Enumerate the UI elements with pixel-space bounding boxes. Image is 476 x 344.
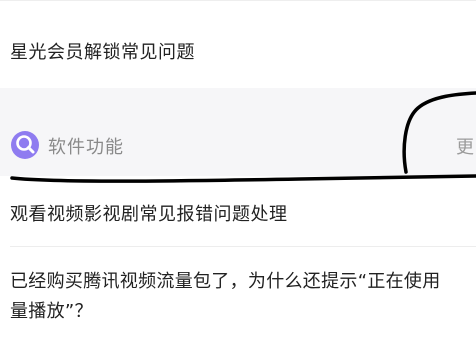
wrench-icon <box>11 131 39 159</box>
list-item-line-1: 已经购买腾讯视频流量包了，为什么还提示“正在使用 <box>10 271 441 292</box>
more-link[interactable]: 更 <box>456 133 476 159</box>
list-item-line-2: 量播放”？ <box>10 301 93 322</box>
list-item-label-multiline: 已经购买腾讯视频流量包了，为什么还提示“正在使用 量播放”？ <box>10 267 476 327</box>
section-header-software <box>0 88 476 176</box>
list-item-vip-unlock[interactable]: 星光会员解锁常见问题 <box>0 0 476 88</box>
section-title: 软件功能 <box>48 137 124 158</box>
list-item-playback-errors[interactable]: 观看视频影视剧常见报错问题处理 <box>0 176 476 246</box>
list-item-label: 观看视频影视剧常见报错问题处理 <box>10 204 288 225</box>
list-item-label: 星光会员解锁常见问题 <box>10 42 195 63</box>
divider <box>0 0 476 1</box>
